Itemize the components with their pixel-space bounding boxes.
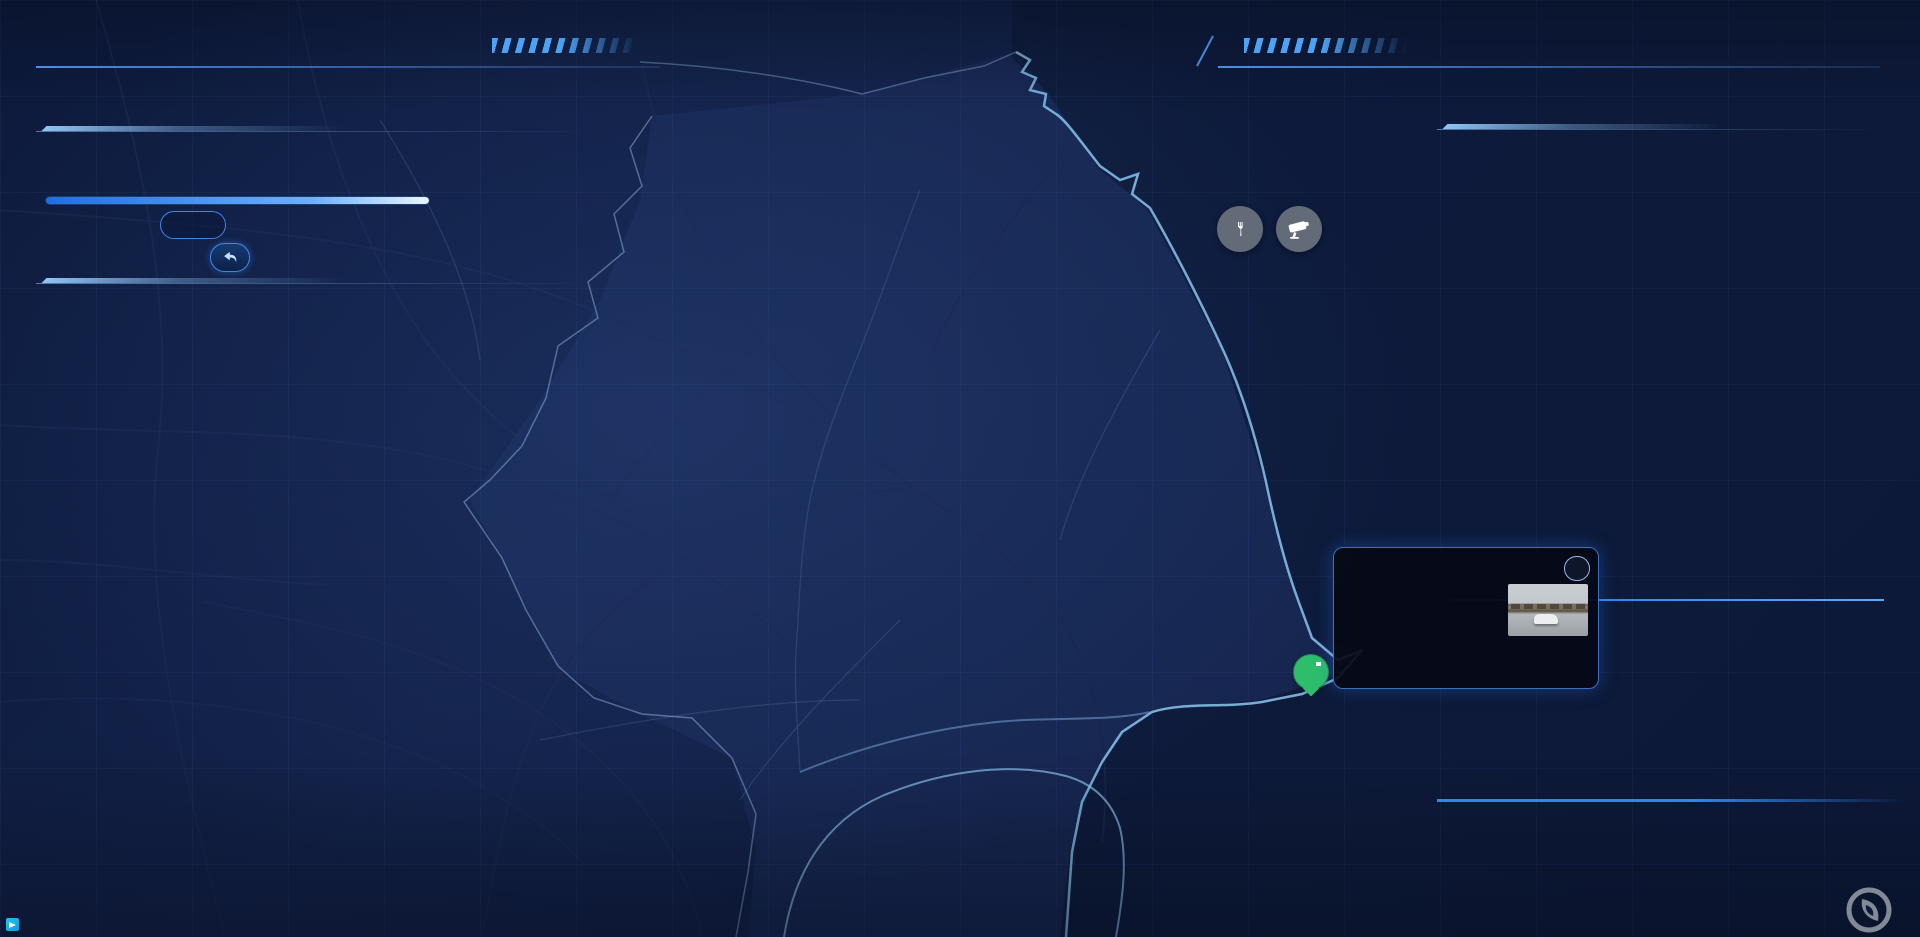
px-poi-button[interactable] xyxy=(1217,206,1263,252)
map-canvas[interactable] xyxy=(0,0,1920,937)
camera-button[interactable] xyxy=(1276,206,1322,252)
service-area-tooltip xyxy=(1333,547,1599,689)
dashboard-root xyxy=(0,0,1920,937)
fork-knife-icon xyxy=(1237,222,1245,236)
view-3d-map-button[interactable] xyxy=(1564,556,1590,581)
map-svg xyxy=(0,0,1920,937)
section-line xyxy=(1437,129,1883,130)
inflow-rate-progressbar xyxy=(45,196,430,205)
brand-logo-icon xyxy=(1844,885,1894,935)
heat-scale xyxy=(1348,158,1378,288)
trend-line-chart xyxy=(1420,182,1883,332)
header-hash-left xyxy=(492,38,642,53)
avg-duration-divider xyxy=(1437,799,1907,802)
amap-logo-icon xyxy=(6,918,19,931)
back-button[interactable] xyxy=(210,243,250,272)
brand-watermark xyxy=(1844,885,1904,935)
undo-arrow-icon xyxy=(222,250,239,265)
cctv-camera-icon xyxy=(1286,217,1312,241)
header-hash-right xyxy=(1244,38,1412,53)
map-parking-pin-selected[interactable] xyxy=(1293,654,1329,690)
heat-gradient-bar xyxy=(1357,164,1370,282)
flag-icon xyxy=(1316,662,1321,666)
map-attribution xyxy=(6,918,23,931)
inflow-rate-progress-fill xyxy=(46,197,429,204)
header-divider-right xyxy=(1218,66,1880,68)
section-line xyxy=(36,131,596,132)
inflow-rate-badge xyxy=(160,211,226,239)
section-line xyxy=(36,283,596,284)
header-divider-left xyxy=(36,66,660,68)
service-area-photo xyxy=(1508,584,1588,636)
